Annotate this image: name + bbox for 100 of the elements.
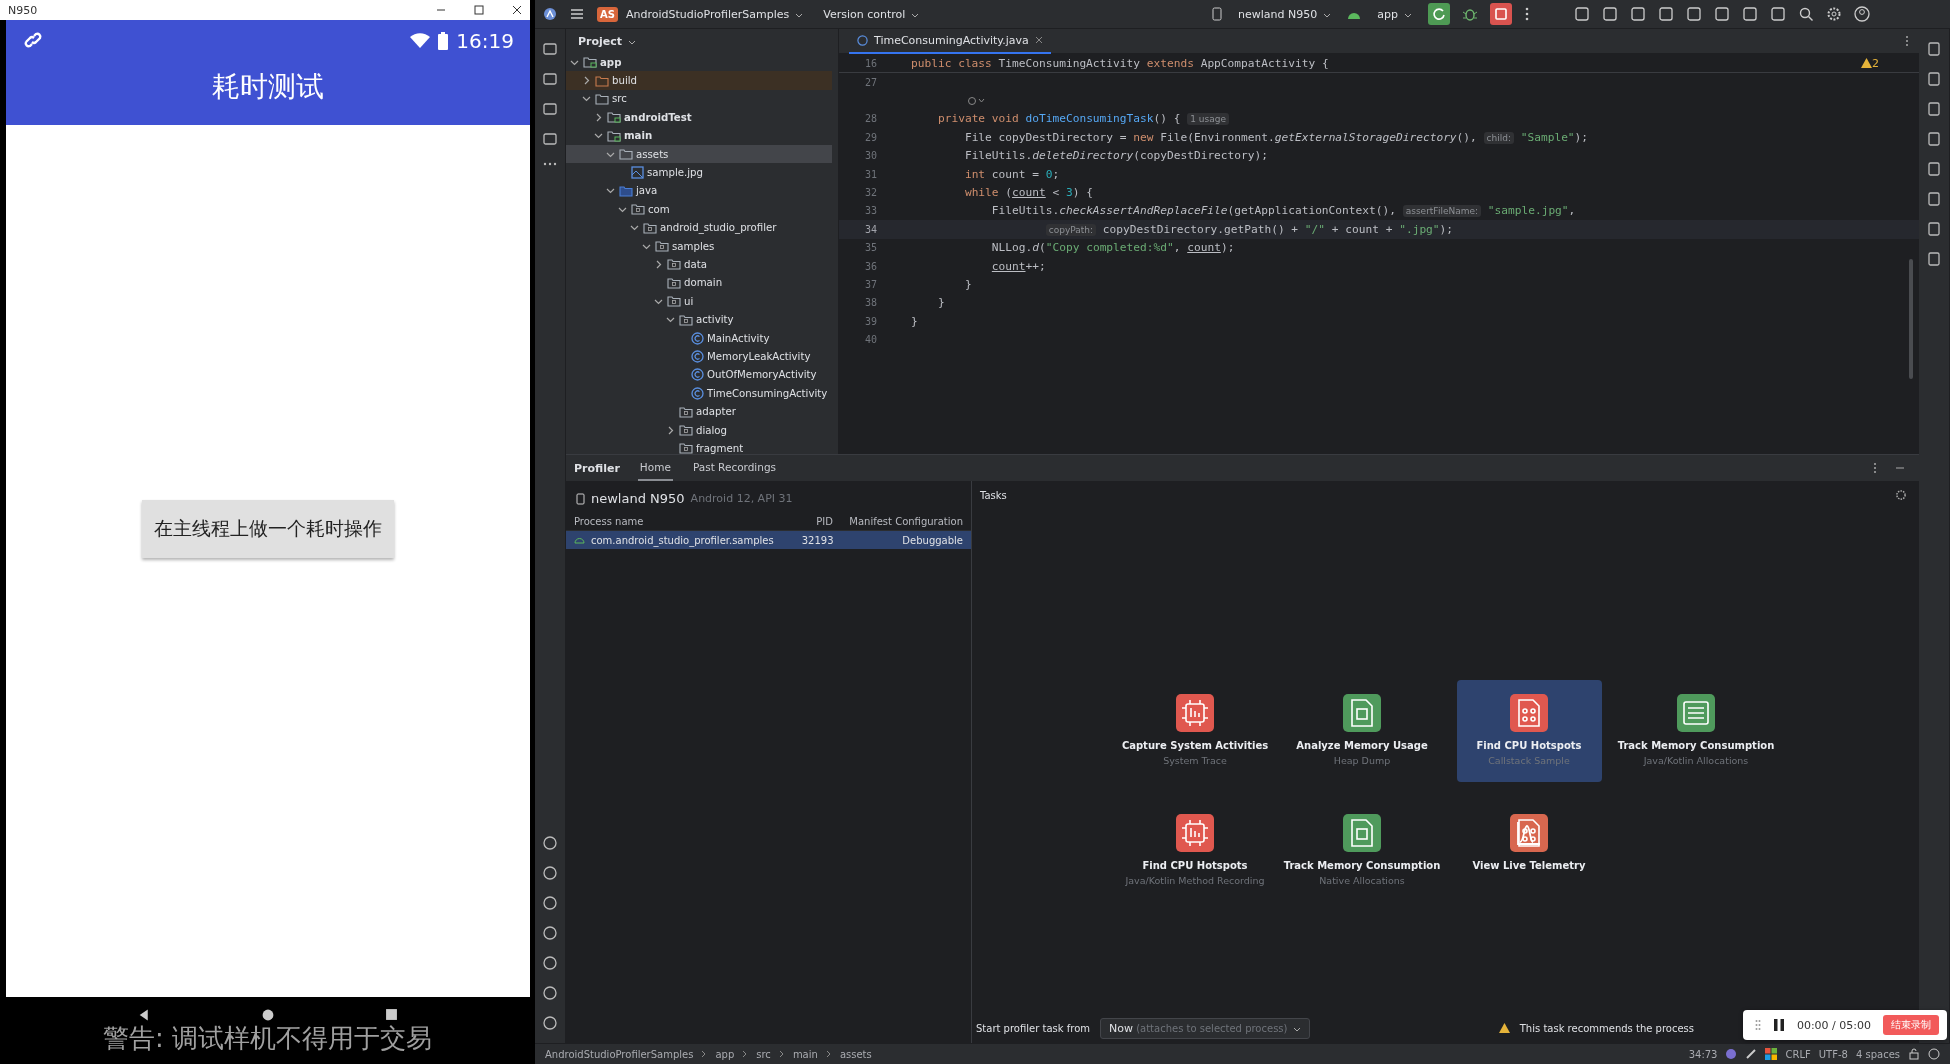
tool-window-icon[interactable] xyxy=(1926,41,1942,57)
run-config-selector[interactable]: app xyxy=(1373,7,1416,21)
collapsed-chevron-icon[interactable] xyxy=(666,425,675,435)
process-row[interactable]: com.android_studio_profiler.samples 32193 Debuggable xyxy=(566,531,971,549)
tree-item[interactable]: app xyxy=(566,53,832,72)
line-ending[interactable]: CRLF xyxy=(1785,1048,1811,1060)
warning-count[interactable]: 2 xyxy=(1872,56,1879,70)
indent-setting[interactable]: 4 spaces xyxy=(1855,1048,1900,1060)
code-lens-icon[interactable] xyxy=(967,95,985,106)
column-header[interactable]: Manifest Configuration xyxy=(833,515,963,527)
profiler-tab[interactable]: Home xyxy=(637,455,673,481)
tool-window-icon[interactable] xyxy=(542,835,558,851)
tree-item[interactable]: TimeConsumingActivity xyxy=(566,384,832,403)
maximize-icon[interactable] xyxy=(474,5,484,15)
tree-item[interactable]: androidTest xyxy=(566,108,832,127)
settings-icon[interactable] xyxy=(1895,489,1907,501)
tool-window-icon[interactable] xyxy=(542,131,558,147)
tool-window-icon[interactable] xyxy=(1926,131,1942,147)
breadcrumb[interactable]: assets xyxy=(839,1048,872,1060)
tool-window-icon[interactable] xyxy=(1926,191,1942,207)
bug-icon[interactable] xyxy=(1462,6,1478,22)
breadcrumb[interactable]: src xyxy=(756,1048,771,1060)
task-card[interactable]: View Live Telemetry xyxy=(1456,800,1602,902)
settings-icon[interactable] xyxy=(1826,6,1842,22)
tool-window-icon[interactable] xyxy=(542,925,558,941)
tree-item[interactable]: fragment xyxy=(566,439,832,454)
task-card[interactable]: Analyze Memory Usage Heap Dump xyxy=(1289,680,1435,782)
pause-icon[interactable] xyxy=(1772,1018,1785,1032)
tree-item[interactable]: MemoryLeakActivity xyxy=(566,347,832,366)
tool-window-icon[interactable] xyxy=(1926,221,1942,237)
tree-item[interactable]: assets xyxy=(566,144,832,164)
tree-item[interactable]: adapter xyxy=(566,402,832,421)
tool-window-icon[interactable] xyxy=(542,101,558,117)
cursor-position[interactable]: 34:73 xyxy=(1688,1048,1718,1060)
breadcrumb[interactable]: main xyxy=(792,1048,818,1060)
tree-item[interactable]: dialog xyxy=(566,420,832,440)
tree-item[interactable]: src xyxy=(566,89,832,109)
task-card[interactable]: Capture System Activities System Trace xyxy=(1122,680,1268,782)
toolbar-tool-icon[interactable] xyxy=(1574,6,1590,22)
more-icon[interactable] xyxy=(1524,6,1530,22)
toolbar-tool-icon[interactable] xyxy=(1686,6,1702,22)
vcs-selector[interactable]: Version control xyxy=(819,7,924,21)
tool-window-icon[interactable] xyxy=(542,41,558,57)
menu-icon[interactable] xyxy=(569,7,585,21)
column-header[interactable]: Process name xyxy=(574,515,773,527)
rerun-icon[interactable] xyxy=(1428,3,1450,25)
toolbar-tool-icon[interactable] xyxy=(1630,6,1646,22)
status-icon[interactable] xyxy=(1745,1048,1758,1060)
project-switcher[interactable]: AndroidStudioProfilerSamples xyxy=(621,7,808,21)
profiler-tab[interactable]: Past Recordings xyxy=(690,455,779,481)
drag-handle-icon[interactable] xyxy=(1754,1019,1761,1031)
toolbar-tool-icon[interactable] xyxy=(1770,6,1786,22)
account-icon[interactable] xyxy=(1854,6,1870,22)
tool-window-icon[interactable] xyxy=(542,895,558,911)
tool-window-icon[interactable] xyxy=(542,865,558,881)
tool-window-icon[interactable] xyxy=(542,985,558,1001)
close-icon[interactable] xyxy=(512,5,522,15)
tool-window-icon[interactable] xyxy=(1926,251,1942,267)
search-icon[interactable] xyxy=(1798,6,1814,22)
lock-icon[interactable] xyxy=(1908,1048,1920,1060)
tool-window-icon[interactable] xyxy=(542,1015,558,1031)
overview-icon[interactable] xyxy=(385,1008,398,1022)
column-header[interactable]: PID xyxy=(773,515,833,527)
toolbar-tool-icon[interactable] xyxy=(1742,6,1758,22)
more-icon[interactable] xyxy=(542,161,558,167)
toolbar-tool-icon[interactable] xyxy=(1714,6,1730,22)
file-encoding[interactable]: UTF-8 xyxy=(1818,1048,1848,1060)
collapsed-chevron-icon[interactable] xyxy=(582,76,591,86)
tree-item[interactable]: samples xyxy=(566,236,832,256)
tree-item[interactable]: android_studio_profiler xyxy=(566,218,832,237)
collapsed-chevron-icon[interactable] xyxy=(654,260,663,269)
tree-item[interactable]: build xyxy=(566,71,832,90)
more-icon[interactable] xyxy=(1905,35,1909,47)
tool-window-icon[interactable] xyxy=(1926,161,1942,177)
tree-item[interactable]: main xyxy=(566,126,832,145)
editor-tab[interactable]: TimeConsumingActivity.java xyxy=(849,28,1051,54)
tree-item[interactable]: sample.jpg xyxy=(566,163,832,182)
tree-item[interactable]: ui xyxy=(566,292,832,311)
task-card[interactable]: Find CPU Hotspots Java/Kotlin Method Recording xyxy=(1122,800,1268,902)
device-selector[interactable]: newland N950 xyxy=(1234,7,1336,21)
more-icon[interactable] xyxy=(1873,462,1877,474)
tree-item[interactable]: OutOfMemoryActivity xyxy=(566,365,832,385)
info-icon[interactable] xyxy=(1928,1048,1940,1060)
tool-window-icon[interactable] xyxy=(1926,101,1942,117)
long-task-button[interactable]: 在主线程上做一个耗时操作 xyxy=(142,500,394,558)
breadcrumb[interactable]: AndroidStudioProfilerSamples xyxy=(545,1048,694,1060)
tool-window-icon[interactable] xyxy=(542,955,558,971)
tool-window-icon[interactable] xyxy=(542,71,558,87)
tree-item[interactable]: data xyxy=(566,255,832,274)
breadcrumb[interactable]: app xyxy=(715,1048,735,1060)
task-card[interactable]: Find CPU Hotspots Callstack Sample xyxy=(1456,680,1602,782)
expanded-chevron-icon[interactable] xyxy=(582,94,591,104)
toolbar-tool-icon[interactable] xyxy=(1658,6,1674,22)
tree-item[interactable]: java xyxy=(566,181,832,201)
start-from-dropdown[interactable]: Now (attaches to selected process) xyxy=(1100,1017,1311,1039)
tree-item[interactable]: domain xyxy=(566,273,832,293)
tree-item[interactable]: com xyxy=(566,200,832,219)
tree-item[interactable]: activity xyxy=(566,310,832,329)
stop-icon[interactable] xyxy=(1490,3,1512,25)
tree-item[interactable]: MainActivity xyxy=(566,328,832,348)
